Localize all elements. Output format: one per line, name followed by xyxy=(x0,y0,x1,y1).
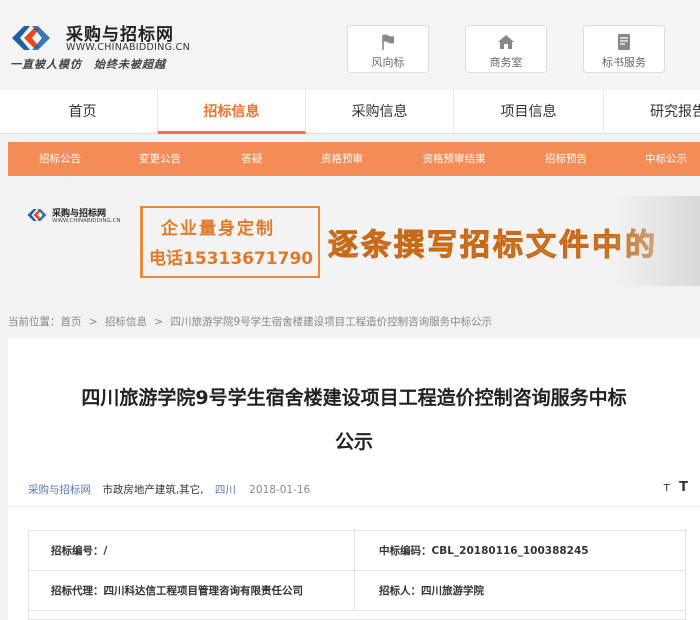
home-icon xyxy=(498,35,514,49)
banner-headline: 逐条撰写招标文件中的 xyxy=(328,228,658,264)
subnav-item-prequalification[interactable]: 资格预审 xyxy=(321,142,363,176)
breadcrumb: 当前位置：首页 > 招标信息 > 四川旅游学院9号学生宿舍楼建设项目工程造价控制… xyxy=(8,314,700,329)
font-large-button[interactable]: T xyxy=(679,480,688,495)
breadcrumb-sep: > xyxy=(154,316,164,328)
article-source[interactable]: 采购与招标网 xyxy=(28,484,91,496)
breadcrumb-current: 四川旅游学院9号学生宿舍楼建设项目工程造价控制咨询服务中标公示 xyxy=(170,316,493,328)
article-date: 2018-01-16 xyxy=(249,484,311,496)
document-icon xyxy=(618,34,630,50)
logo-url: WWW.CHINABIDDING.CN xyxy=(66,42,190,53)
table-row: 招标代理：四川科达信工程项目管理咨询有限责任公司 招标人：四川旅游学院 xyxy=(29,571,685,611)
bid-document-service-button[interactable]: 标书服务 xyxy=(583,25,665,73)
business-room-button[interactable]: 商务室 xyxy=(465,25,547,73)
font-small-button[interactable]: T xyxy=(664,483,670,494)
table-row: 招标编号：/ 中标编码：CBL_20180116_100388245 xyxy=(29,531,685,571)
site-header: 采购与招标网 WWW.CHINABIDDING.CN 一直被人模仿 始终未被超越… xyxy=(0,0,700,90)
logo-mark-icon xyxy=(12,26,50,50)
award-code: 中标编码：CBL_20180116_100388245 xyxy=(379,545,589,557)
article-title: 四川旅游学院9号学生宿舍楼建设项目工程造价控制咨询服务中标 公示 xyxy=(8,376,700,464)
subnav-item-change-notice[interactable]: 变更公告 xyxy=(139,142,181,176)
article-title-line-1: 四川旅游学院9号学生宿舍楼建设项目工程造价控制咨询服务中标 xyxy=(81,387,627,409)
banner-phone: 电话15313671790 xyxy=(149,249,314,269)
article-category: 市政房地产建筑,其它, xyxy=(102,484,204,496)
business-room-button-label: 商务室 xyxy=(489,56,523,69)
banner-logo-url: WWW.CHINABIDDING.CN xyxy=(52,218,121,224)
subnav-item-award-notice[interactable]: 中标公示 xyxy=(645,142,687,176)
article-card: 四川旅游学院9号学生宿舍楼建设项目工程造价控制咨询服务中标 公示 采购与招标网 … xyxy=(8,338,700,620)
trend-button-label: 风向标 xyxy=(371,56,405,69)
meta-divider xyxy=(8,506,700,507)
flag-icon xyxy=(382,34,394,50)
main-nav: 首页 招标信息 采购信息 项目信息 研究报告 xyxy=(0,90,700,134)
subnav-item-qa[interactable]: 答疑 xyxy=(242,142,263,176)
bid-agent: 招标代理：四川科达信工程项目管理咨询有限责任公司 xyxy=(51,585,303,597)
subnav-item-bid-notice[interactable]: 招标公告 xyxy=(39,142,81,176)
breadcrumb-home[interactable]: 首页 xyxy=(61,316,82,328)
banner-fade xyxy=(610,196,700,286)
bid-number: 招标编号：/ xyxy=(51,545,108,557)
article-title-line-2: 公示 xyxy=(334,431,373,453)
sub-nav: 招标公告 变更公告 答疑 资格预审 资格预审结果 招标预告 中标公示 xyxy=(8,142,700,176)
logo-slogan: 一直被人模仿 始终未被超越 xyxy=(10,58,166,71)
banner-contact-box: 企业量身定制 电话15313671790 xyxy=(140,206,320,278)
nav-item-projects[interactable]: 项目信息 xyxy=(454,90,604,134)
bid-document-service-button-label: 标书服务 xyxy=(602,56,646,69)
subnav-item-bid-forecast[interactable]: 招标预告 xyxy=(545,142,587,176)
banner-slogan: 企业量身定制 xyxy=(161,219,275,239)
article-meta: 采购与招标网 市政房地产建筑,其它, 四川 2018-01-16 T T xyxy=(28,480,688,497)
breadcrumb-label: 当前位置： xyxy=(8,316,61,328)
subnav-item-prequalification-result[interactable]: 资格预审结果 xyxy=(423,142,486,176)
trend-button[interactable]: 风向标 xyxy=(347,25,429,73)
nav-item-procurement[interactable]: 采购信息 xyxy=(306,90,454,134)
nav-item-home[interactable]: 首页 xyxy=(8,90,158,134)
banner-logo-mark-icon xyxy=(27,209,47,221)
nav-item-bidding[interactable]: 招标信息 xyxy=(158,90,306,134)
breadcrumb-sep: > xyxy=(88,316,98,328)
table-column-divider xyxy=(354,531,355,611)
nav-item-reports[interactable]: 研究报告 xyxy=(604,90,700,134)
article-region[interactable]: 四川 xyxy=(215,484,236,496)
breadcrumb-bidding[interactable]: 招标信息 xyxy=(105,316,147,328)
font-size-controls: T T xyxy=(664,480,688,495)
bid-info-table: 招标编号：/ 中标编码：CBL_20180116_100388245 招标代理：… xyxy=(28,530,686,620)
ad-banner[interactable]: 采购与招标网 WWW.CHINABIDDING.CN 企业量身定制 电话1531… xyxy=(8,196,700,286)
tenderer: 招标人：四川旅游学院 xyxy=(379,585,484,597)
site-logo[interactable]: 采购与招标网 WWW.CHINABIDDING.CN 一直被人模仿 始终未被超越 xyxy=(10,18,200,74)
